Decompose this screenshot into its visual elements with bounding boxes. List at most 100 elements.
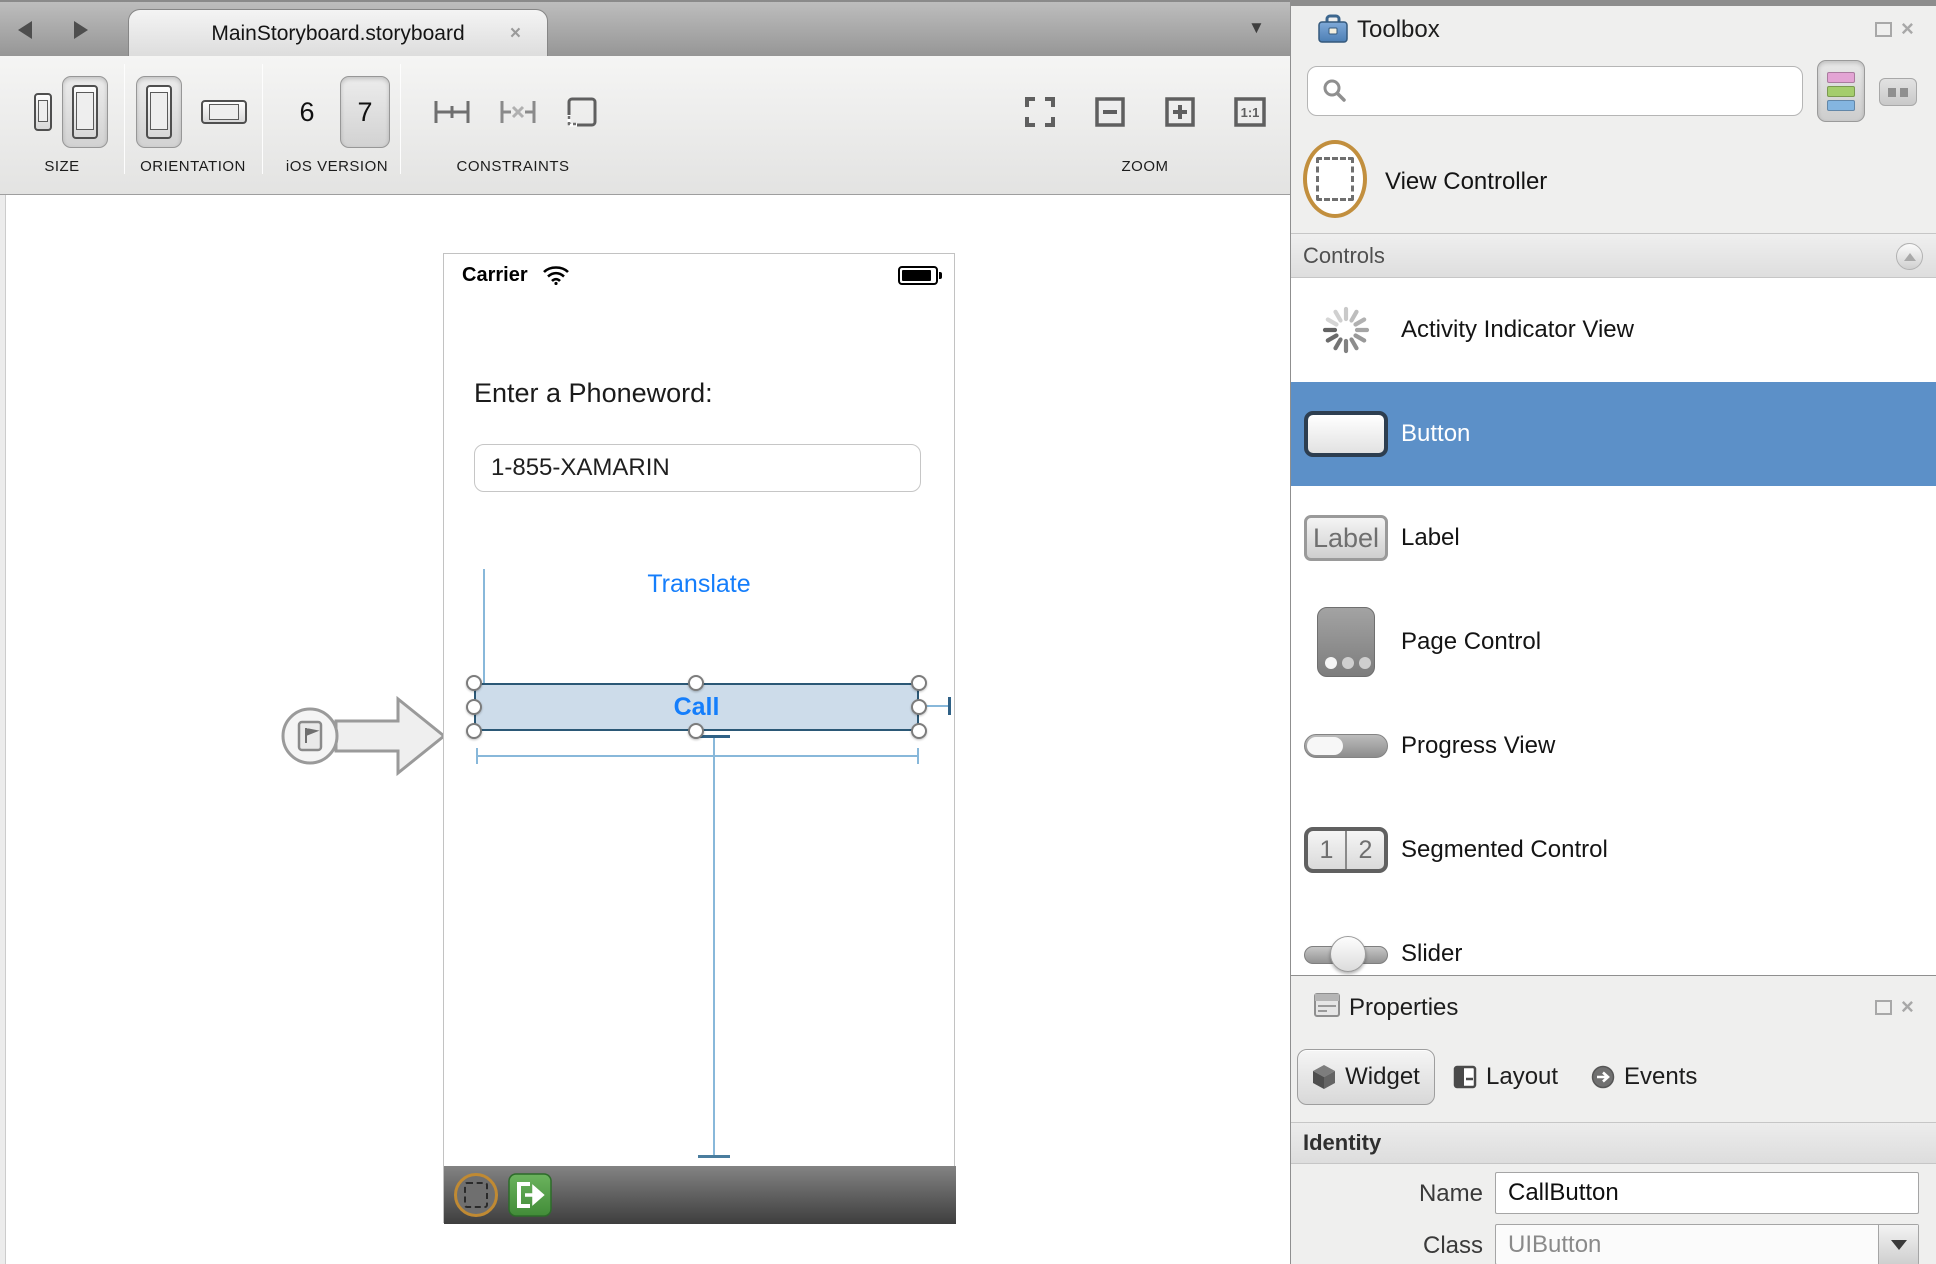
exit-segue-icon[interactable] — [508, 1173, 552, 1217]
tab-events-label: Events — [1624, 1063, 1697, 1091]
iphone-small-icon — [34, 93, 52, 131]
name-input[interactable] — [1495, 1172, 1919, 1214]
toolbox-item-segmented-control[interactable]: 12 Segmented Control — [1291, 798, 1936, 902]
class-dropdown-button[interactable] — [1878, 1225, 1918, 1264]
toolbox-item-button[interactable]: Button — [1291, 382, 1936, 486]
constraint-anchor-tick-top — [700, 735, 730, 738]
collapse-section-button[interactable] — [1896, 243, 1923, 270]
class-combobox[interactable]: UIButton — [1495, 1224, 1919, 1264]
slider-icon — [1304, 932, 1388, 975]
chevron-down-icon — [1891, 1240, 1907, 1250]
list-view-icon — [1827, 72, 1855, 83]
ios7-button[interactable]: 7 — [340, 76, 390, 148]
search-input[interactable] — [1348, 67, 1802, 115]
tab-layout[interactable]: Layout — [1453, 1049, 1558, 1105]
forward-arrow-icon — [74, 21, 88, 39]
resize-handle-top-right[interactable] — [911, 675, 927, 691]
remove-constraint-button[interactable] — [496, 90, 540, 134]
resize-handle-bottom-left[interactable] — [466, 723, 482, 739]
landscape-phone-icon — [201, 100, 247, 124]
phoneword-text-field[interactable]: 1-855-XAMARIN — [474, 444, 921, 492]
zoom-in-button[interactable] — [1158, 90, 1202, 134]
iphone-design-surface[interactable]: Carrier Enter a Phoneword: 1-855-XAMARIN… — [443, 253, 955, 1223]
properties-dock-icon[interactable] — [1875, 1000, 1892, 1015]
controls-section-header[interactable]: Controls — [1291, 233, 1936, 278]
svg-text:1:1: 1:1 — [1241, 105, 1260, 120]
layout-icon — [1453, 1065, 1477, 1089]
initial-view-segue-arrow[interactable] — [278, 691, 450, 781]
identity-section-header: Identity — [1291, 1122, 1936, 1164]
zoom-actual-size-button[interactable]: 1:1 — [1228, 90, 1272, 134]
events-icon — [1591, 1065, 1615, 1089]
toolbox-item-progress-view[interactable]: Progress View — [1291, 694, 1936, 798]
constraint-measure-tick-left — [476, 748, 478, 764]
size-iphone4-button[interactable] — [62, 76, 108, 148]
constraint-measure-horizontal — [476, 755, 919, 757]
toolbox-list-view-button[interactable] — [1817, 60, 1865, 122]
size-iphone35-button[interactable] — [26, 76, 60, 148]
orientation-portrait-button[interactable] — [136, 76, 182, 148]
controls-section-label: Controls — [1303, 243, 1385, 269]
orientation-landscape-button[interactable] — [196, 76, 252, 148]
translate-button[interactable]: Translate — [444, 570, 954, 599]
constraints-group-label: CONSTRAINTS — [456, 158, 569, 175]
zoom-out-button[interactable] — [1088, 90, 1132, 134]
ios6-button[interactable]: 6 — [284, 76, 330, 148]
identity-section-label: Identity — [1303, 1130, 1381, 1156]
resize-handle-middle-right[interactable] — [911, 699, 927, 715]
tab-widget[interactable]: Widget — [1297, 1049, 1435, 1105]
constraint-anchor-tick-right — [948, 697, 951, 715]
tab-mainstoryboard[interactable]: MainStoryboard.storyboard × — [128, 9, 548, 58]
back-arrow-button[interactable] — [12, 16, 42, 44]
search-icon — [1322, 78, 1348, 104]
status-bar: Carrier — [444, 254, 954, 298]
view-controller-badge-icon[interactable] — [454, 1173, 498, 1217]
tab-bar: MainStoryboard.storyboard × ▼ — [0, 0, 1290, 56]
update-frames-button[interactable] — [560, 90, 604, 134]
size-group-label: SIZE — [44, 158, 79, 175]
label-control-icon: Label — [1304, 515, 1388, 561]
toolbox-item-activity-indicator[interactable]: Activity Indicator View — [1291, 278, 1936, 382]
resize-handle-bottom-right[interactable] — [911, 723, 927, 739]
toolbox-search-field[interactable] — [1307, 66, 1803, 116]
resize-handle-middle-left[interactable] — [466, 699, 482, 715]
toolbox-compact-view-button[interactable] — [1879, 78, 1917, 106]
toolbox-item-label[interactable]: Label Label — [1291, 486, 1936, 590]
battery-icon — [898, 266, 938, 285]
properties-title: Properties — [1349, 994, 1458, 1022]
zoom-one-to-one-icon: 1:1 — [1232, 95, 1268, 129]
constraint-guide-bottom — [713, 738, 715, 1158]
toolbox-dock-icon[interactable] — [1875, 22, 1892, 37]
properties-tab-strip: Widget Layout Events — [1291, 1038, 1936, 1108]
activity-indicator-icon — [1319, 303, 1373, 357]
tab-events[interactable]: Events — [1591, 1049, 1697, 1105]
tab-list-dropdown-icon[interactable]: ▼ — [1248, 18, 1265, 38]
orientation-group-label: ORIENTATION — [140, 158, 246, 175]
designer-toolbar: SIZE ORIENTATION 6 7 iOS VERSION — [0, 56, 1290, 195]
forward-arrow-button[interactable] — [66, 16, 96, 44]
toolbox-close-icon[interactable]: × — [1901, 18, 1914, 40]
carrier-label: Carrier — [462, 264, 528, 287]
zoom-fit-button[interactable] — [1018, 90, 1062, 134]
view-controller-bar — [444, 1166, 956, 1224]
canvas-left-edge — [0, 195, 6, 1264]
add-width-constraint-button[interactable] — [430, 90, 474, 134]
toolbox-item-page-control[interactable]: Page Control — [1291, 590, 1936, 694]
toolbox-item-view-controller[interactable]: View Controller — [1291, 132, 1936, 232]
resize-handle-top-left[interactable] — [466, 675, 482, 691]
collapse-up-icon — [1904, 253, 1916, 261]
storyboard-flag-icon — [299, 722, 321, 750]
properties-icon — [1313, 992, 1341, 1018]
view-controller-label: View Controller — [1385, 168, 1547, 196]
resize-handle-top-center[interactable] — [688, 675, 704, 691]
toolbar-separator — [124, 64, 125, 174]
toolbox-item-slider[interactable]: Slider — [1291, 902, 1936, 975]
tab-close-icon[interactable]: × — [510, 23, 521, 45]
properties-close-icon[interactable]: × — [1901, 996, 1914, 1018]
design-canvas[interactable]: Carrier Enter a Phoneword: 1-855-XAMARIN… — [0, 195, 1290, 1264]
toolbox-title: Toolbox — [1357, 16, 1440, 44]
class-field-label: Class — [1291, 1232, 1483, 1260]
resize-handle-bottom-center[interactable] — [688, 723, 704, 739]
constraint-measure-tick-right — [917, 748, 919, 764]
zoom-out-icon — [1093, 95, 1127, 129]
